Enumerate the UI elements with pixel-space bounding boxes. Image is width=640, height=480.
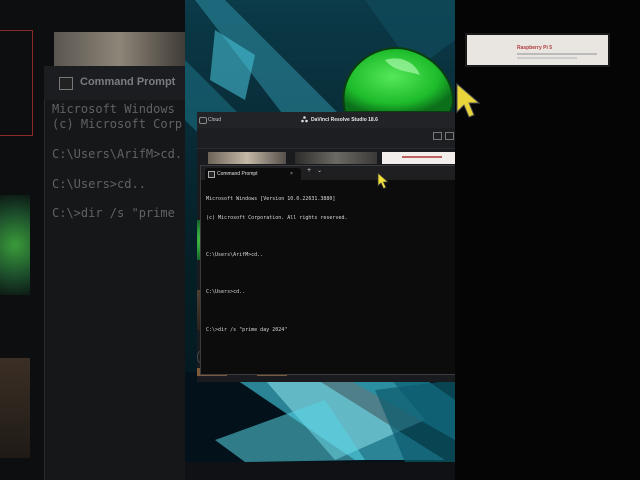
tab-dropdown-icon[interactable]: ⌄ — [317, 167, 322, 174]
terminal-line: C:\Users>cd.. — [206, 289, 246, 296]
left-cmd-line: C:\Users>cd.. — [52, 177, 146, 191]
left-dark-thumbnail — [0, 358, 30, 458]
left-cmd-title: Command Prompt — [80, 76, 176, 88]
terminal-output[interactable]: Microsoft Windows [Version 10.0.22631.38… — [206, 184, 451, 345]
panel-icon[interactable] — [445, 132, 454, 140]
terminal-line: ​ — [206, 234, 451, 240]
right-blurred-background: Raspberry Pi 5 — [455, 0, 640, 480]
cloud-icon — [199, 117, 207, 124]
terminal-line: C:\>dir /s "prime day 2024" — [206, 326, 288, 333]
media-thumbnail[interactable] — [295, 152, 377, 164]
terminal-line: (c) Microsoft Corporation. All rights re… — [206, 215, 348, 222]
resolve-title: DaVinci Resolve Studio 18.6 — [311, 117, 378, 123]
right-thumb-text — [517, 57, 577, 59]
terminal-tabbar: Command Prompt × + ⌄ — [201, 166, 455, 180]
thumbnail-text — [402, 156, 442, 158]
right-cursor-icon — [456, 82, 481, 118]
tab-command-prompt[interactable]: Command Prompt × — [205, 168, 301, 180]
terminal-line: Microsoft Windows [Version 10.0.22631.38… — [206, 196, 336, 203]
left-green-blob — [0, 195, 30, 295]
left-cmd-line: Microsoft Windows — [52, 102, 175, 116]
left-thumbnail — [54, 32, 185, 66]
right-thumbnail: Raspberry Pi 5 — [467, 35, 608, 65]
terminal-icon — [208, 171, 215, 178]
media-thumbnail[interactable] — [382, 152, 455, 164]
terminal-line: ​ — [206, 271, 451, 277]
terminal-line: C:\Users\ArifM>cd.. — [206, 252, 264, 259]
left-cmd-line: C:\>dir /s "prime — [52, 206, 175, 220]
resolve-titlebar: Cloud DaVinci Resolve Studio 18.6 — [197, 112, 455, 128]
right-thumb-text — [517, 53, 597, 55]
left-red-frame — [0, 30, 33, 136]
command-prompt-window[interactable]: Command Prompt × + ⌄ Microsoft Windows [… — [200, 165, 455, 375]
desktop: Cloud DaVinci Resolve Studio 18.6 Comman… — [185, 0, 455, 480]
resolve-toolbar — [197, 128, 455, 149]
right-thumb-title: Raspberry Pi 5 — [517, 45, 553, 51]
resolve-cloud-label: Cloud — [208, 117, 222, 123]
terminal-icon — [59, 77, 73, 90]
terminal-line: ​ — [206, 308, 451, 314]
tab-label: Command Prompt — [217, 171, 258, 177]
media-thumbnail[interactable] — [208, 152, 286, 164]
left-cmd-titlebar: Command Prompt — [44, 66, 185, 100]
new-tab-button[interactable]: + — [307, 167, 311, 174]
left-blurred-background: Command Prompt Microsoft Windows (c) Mic… — [0, 0, 185, 480]
tab-close-icon[interactable]: × — [290, 168, 293, 180]
resolve-logo-icon — [301, 116, 308, 123]
mouse-cursor-icon — [377, 172, 390, 190]
left-cmd-line: (c) Microsoft Corp — [52, 117, 183, 131]
right-thumbnail-frame: Raspberry Pi 5 — [465, 33, 610, 67]
folder-icon[interactable] — [433, 132, 442, 140]
left-cmd-line: C:\Users\ArifM>cd. — [52, 147, 183, 161]
